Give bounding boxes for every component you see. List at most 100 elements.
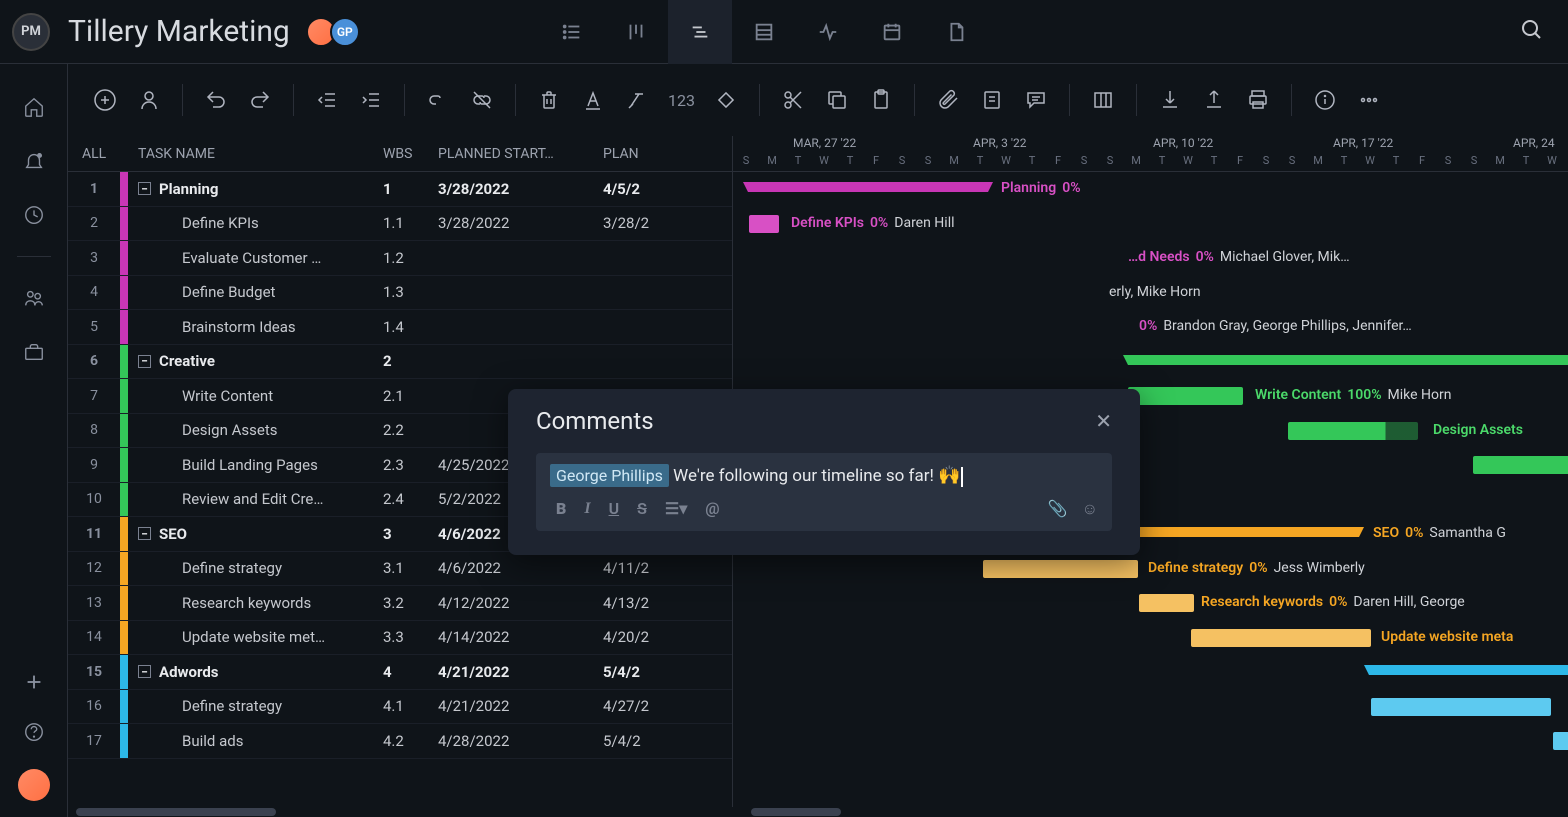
delete-icon[interactable]	[536, 87, 562, 113]
cut-icon[interactable]	[780, 87, 806, 113]
gantt-bar[interactable]	[1473, 456, 1568, 474]
undo-icon[interactable]	[203, 87, 229, 113]
clear-format-icon[interactable]	[624, 87, 650, 113]
team-icon[interactable]	[21, 285, 47, 311]
view-gantt-icon[interactable]	[668, 0, 732, 64]
strike-icon[interactable]: S	[637, 499, 647, 518]
gantt-summary-bar[interactable]	[1369, 665, 1568, 675]
home-icon[interactable]	[21, 94, 47, 120]
gantt-bar[interactable]	[1128, 387, 1243, 405]
comment-icon[interactable]	[1023, 87, 1049, 113]
list-icon[interactable]: ☰▾	[665, 499, 687, 518]
more-icon[interactable]	[1356, 87, 1382, 113]
import-icon[interactable]	[1157, 87, 1183, 113]
gantt-row[interactable]: 0%Brandon Gray, George Phillips, Jennife…	[733, 310, 1568, 345]
table-row[interactable]: 17Build ads4.24/28/20225/4/2	[68, 724, 732, 759]
comment-input[interactable]: George Phillips We're following our time…	[536, 453, 1112, 531]
notifications-icon[interactable]	[21, 148, 47, 174]
table-row[interactable]: 6−Creative2	[68, 345, 732, 380]
italic-icon[interactable]: I	[584, 500, 590, 518]
user-avatar[interactable]	[18, 769, 50, 801]
collapse-icon[interactable]: −	[138, 182, 151, 195]
gantt-row[interactable]	[733, 655, 1568, 690]
table-row[interactable]: 15−Adwords44/21/20225/4/2	[68, 655, 732, 690]
gantt-bar[interactable]	[1553, 732, 1568, 750]
gantt-bar[interactable]	[1139, 594, 1194, 612]
gantt-row[interactable]	[733, 724, 1568, 759]
gantt-bar[interactable]	[749, 215, 779, 233]
gantt-row[interactable]: Research keywords0%Daren Hill, George	[733, 586, 1568, 621]
attach-icon[interactable]: 📎	[1048, 499, 1068, 519]
view-file-icon[interactable]	[924, 0, 988, 64]
view-board-icon[interactable]	[604, 0, 668, 64]
table-row[interactable]: 13Research keywords3.24/12/20224/13/2	[68, 586, 732, 621]
col-name[interactable]: TASK NAME	[128, 146, 383, 162]
add-icon[interactable]	[21, 669, 47, 695]
underline-icon[interactable]: U	[609, 499, 620, 518]
view-activity-icon[interactable]	[796, 0, 860, 64]
number-format[interactable]: 123	[668, 91, 695, 110]
view-calendar-icon[interactable]	[860, 0, 924, 64]
project-members[interactable]: GP	[312, 17, 360, 47]
gantt-bar[interactable]	[1288, 422, 1418, 440]
collapse-icon[interactable]: −	[138, 355, 151, 368]
columns-icon[interactable]	[1090, 87, 1116, 113]
gantt-row[interactable]: Update website meta	[733, 621, 1568, 656]
gantt-row[interactable]: erly, Mike Horn	[733, 276, 1568, 311]
outdent-icon[interactable]	[314, 87, 340, 113]
table-row[interactable]: 5Brainstorm Ideas1.4	[68, 310, 732, 345]
info-icon[interactable]	[1312, 87, 1338, 113]
table-row[interactable]: 2Define KPIs1.13/28/20223/28/2	[68, 207, 732, 242]
view-sheet-icon[interactable]	[732, 0, 796, 64]
milestone-icon[interactable]	[713, 87, 739, 113]
copy-icon[interactable]	[824, 87, 850, 113]
link-icon[interactable]	[425, 87, 451, 113]
bold-icon[interactable]: B	[556, 499, 566, 518]
col-end[interactable]: PLAN	[603, 146, 723, 162]
table-row[interactable]: 1−Planning13/28/20224/5/2	[68, 172, 732, 207]
close-icon[interactable]: ✕	[1095, 409, 1112, 433]
table-row[interactable]: 3Evaluate Customer …1.2	[68, 241, 732, 276]
gantt-row[interactable]: Define KPIs0%Daren Hill	[733, 207, 1568, 242]
gantt-row[interactable]	[733, 345, 1568, 380]
table-row[interactable]: 16Define strategy4.14/21/20224/27/2	[68, 690, 732, 725]
col-all[interactable]: ALL	[68, 146, 128, 162]
add-task-icon[interactable]	[92, 87, 118, 113]
recent-icon[interactable]	[21, 202, 47, 228]
mention-icon[interactable]: @	[705, 499, 719, 518]
gantt-bar[interactable]	[983, 560, 1138, 578]
print-icon[interactable]	[1245, 87, 1271, 113]
table-row[interactable]: 4Define Budget1.3	[68, 276, 732, 311]
search-icon[interactable]	[1520, 18, 1544, 46]
indent-icon[interactable]	[358, 87, 384, 113]
collapse-icon[interactable]: −	[138, 665, 151, 678]
help-icon[interactable]	[21, 719, 47, 745]
text-color-icon[interactable]	[580, 87, 606, 113]
export-icon[interactable]	[1201, 87, 1227, 113]
unlink-icon[interactable]	[469, 87, 495, 113]
gantt-row[interactable]	[733, 690, 1568, 725]
view-list-icon[interactable]	[540, 0, 604, 64]
assign-icon[interactable]	[136, 87, 162, 113]
app-logo[interactable]: PM	[12, 13, 50, 51]
col-start[interactable]: PLANNED START…	[438, 146, 603, 162]
col-wbs[interactable]: WBS	[383, 146, 438, 162]
emoji-picker-icon[interactable]: ☺	[1082, 499, 1098, 519]
gantt-row[interactable]: Define strategy0%Jess Wimberly	[733, 552, 1568, 587]
avatar-gp[interactable]: GP	[330, 17, 360, 47]
gantt-row[interactable]: …d Needs0%Michael Glover, Mik…	[733, 241, 1568, 276]
mention-tag[interactable]: George Phillips	[550, 464, 669, 487]
gantt-scrollbar[interactable]	[733, 807, 1568, 817]
redo-icon[interactable]	[247, 87, 273, 113]
paste-icon[interactable]	[868, 87, 894, 113]
gantt-row[interactable]: Planning0%	[733, 172, 1568, 207]
gantt-bar[interactable]	[1191, 629, 1371, 647]
table-row[interactable]: 12Define strategy3.14/6/20224/11/2	[68, 552, 732, 587]
briefcase-icon[interactable]	[21, 339, 47, 365]
gantt-summary-bar[interactable]	[1128, 355, 1568, 365]
collapse-icon[interactable]: −	[138, 527, 151, 540]
attachment-icon[interactable]	[935, 87, 961, 113]
note-icon[interactable]	[979, 87, 1005, 113]
gantt-summary-bar[interactable]	[748, 182, 988, 192]
table-row[interactable]: 14Update website met…3.34/14/20224/20/2	[68, 621, 732, 656]
